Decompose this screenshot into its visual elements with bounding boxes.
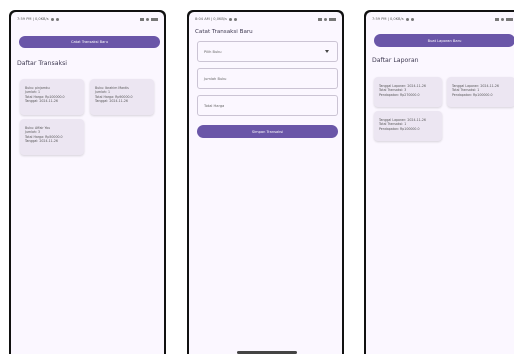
card-date: Tanggal: 2024-11-26 — [25, 139, 58, 144]
signal-icon — [495, 17, 499, 21]
wifi-icon — [146, 17, 149, 21]
battery-icon — [506, 17, 513, 21]
report-card[interactable]: Tanggal Laporan: 2024-11-26 Total Transa… — [374, 77, 442, 107]
page-title: Daftar Laporan — [372, 57, 419, 64]
report-income: Pendapatan: Rp100000.0 — [452, 92, 493, 97]
report-income: Pendapatan: Rp270000.0 — [379, 92, 420, 97]
notification-icon — [405, 17, 409, 21]
status-bar: 7:59 PM | 0,0KB/s — [366, 12, 514, 26]
wifi-icon — [324, 17, 327, 21]
notification-icon — [50, 17, 54, 21]
dropdown-arrow-icon — [325, 50, 329, 53]
phone-transaksi-form: 8:04 AM | 0,0KB/s Catat Transaksi Baru P… — [187, 10, 344, 354]
wifi-icon — [501, 17, 504, 21]
notification-icon — [55, 17, 59, 21]
status-time: 7:59 PM | 0,0KB/s — [17, 17, 49, 21]
screen-transaksi-form: 8:04 AM | 0,0KB/s Catat Transaksi Baru P… — [189, 12, 342, 354]
screen-transaksi-list: 7:59 PM | 0,0KB/s Catat Transaksi Baru D… — [11, 12, 164, 354]
page-title: Daftar Transaksi — [17, 60, 68, 67]
quantity-input[interactable]: Jumlah Buku — [197, 68, 338, 89]
status-time: 7:59 PM | 0,0KB/s — [372, 17, 404, 21]
battery-icon — [329, 17, 336, 21]
report-card[interactable]: Tanggal Laporan: 2024-11-26 Total Transa… — [374, 111, 442, 141]
phone-laporan-list: 7:59 PM | 0,0KB/s Buat Laporan Baru Daft… — [364, 10, 514, 354]
card-date: Tanggal: 2024-11-26 — [25, 99, 58, 104]
phone-transaksi-list: 7:59 PM | 0,0KB/s Catat Transaksi Baru D… — [9, 10, 166, 354]
battery-icon — [151, 17, 158, 21]
transaction-card[interactable]: Buku: Affair You Jumlah: 3 Total Harga: … — [20, 119, 84, 155]
notification-icon — [410, 17, 414, 21]
report-card[interactable]: Tanggal Laporan: 2024-11-26 Total Transa… — [447, 77, 514, 107]
report-income: Pendapatan: Rp100000.0 — [379, 126, 420, 131]
price-placeholder: Total Harga — [204, 103, 225, 108]
notification-icon — [233, 17, 237, 21]
signal-icon — [140, 17, 144, 21]
book-select[interactable]: Pilih Buku — [197, 41, 338, 62]
notification-icon — [228, 17, 232, 21]
status-bar: 7:59 PM | 0,0KB/s — [11, 12, 164, 26]
card-date: Tanggal: 2024-11-26 — [95, 99, 128, 104]
save-transaction-button[interactable]: Simpan Transaksi — [197, 125, 338, 138]
status-bar: 8:04 AM | 0,0KB/s — [189, 12, 342, 26]
quantity-placeholder: Jumlah Buku — [204, 76, 227, 81]
signal-icon — [318, 17, 322, 21]
total-price-input[interactable]: Total Harga — [197, 95, 338, 116]
page-title: Catat Transaksi Baru — [195, 29, 253, 35]
catat-transaksi-button[interactable]: Catat Transaksi Baru — [19, 36, 160, 48]
screen-laporan-list: 7:59 PM | 0,0KB/s Buat Laporan Baru Daft… — [366, 12, 514, 354]
transaction-card[interactable]: Buku: Ibrahim Mantis Jumlah: 1 Total Har… — [90, 79, 154, 115]
buat-laporan-button[interactable]: Buat Laporan Baru — [374, 34, 514, 47]
transaction-card[interactable]: Buku: pinjamku Jumlah: 1 Total Harga: Rp… — [20, 79, 84, 115]
status-time: 8:04 AM | 0,0KB/s — [195, 17, 227, 21]
book-select-label: Pilih Buku — [204, 49, 222, 54]
